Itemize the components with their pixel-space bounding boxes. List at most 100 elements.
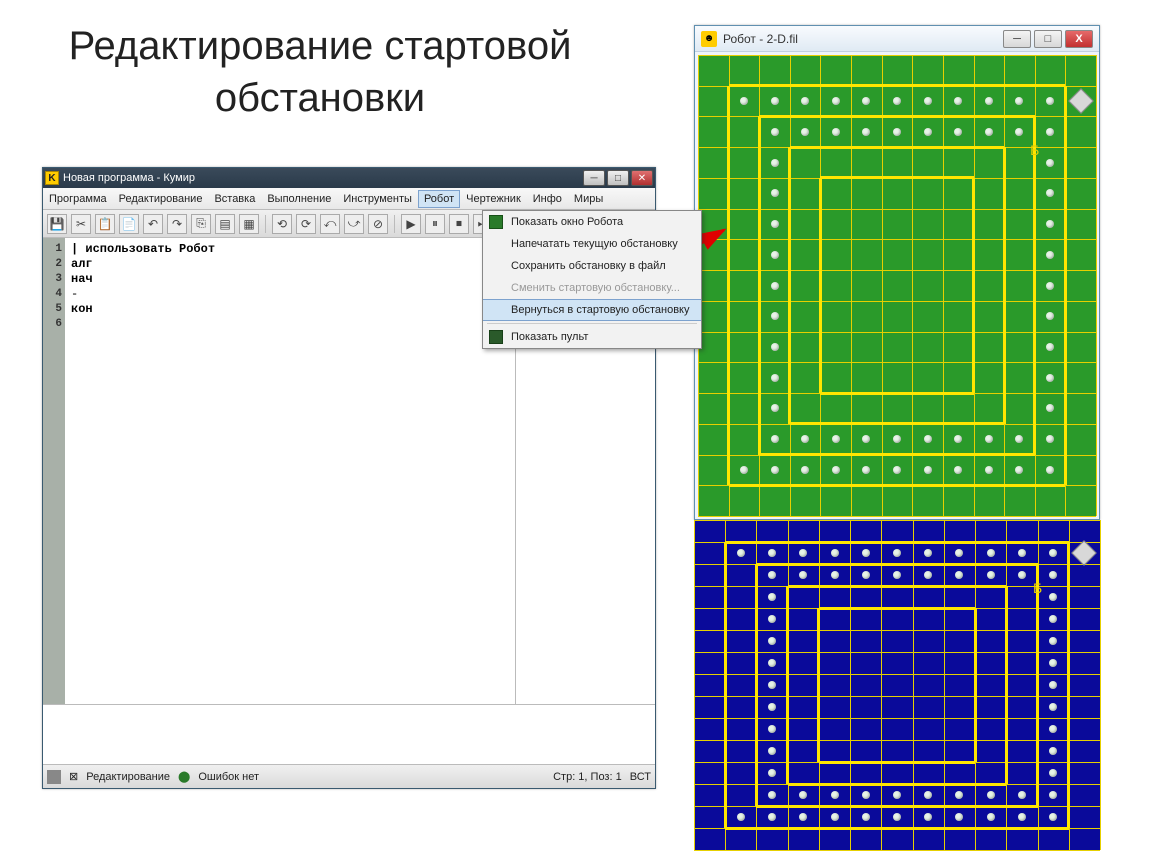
robot-dot bbox=[954, 128, 962, 136]
robot-dot bbox=[1049, 813, 1057, 821]
robot-dot bbox=[893, 466, 901, 474]
menu-item[interactable]: Напечатать текущую обстановку bbox=[483, 233, 701, 255]
menu-item[interactable]: Показать пульт bbox=[483, 326, 701, 348]
robot-dot bbox=[771, 435, 779, 443]
menu-инструменты[interactable]: Инструменты bbox=[337, 190, 418, 208]
robot-dot bbox=[893, 549, 901, 557]
output-pane bbox=[43, 704, 655, 764]
robot-dot bbox=[832, 97, 840, 105]
robot-dot bbox=[1049, 747, 1057, 755]
toolbar-button[interactable]: ✂ bbox=[71, 214, 91, 234]
toolbar-button[interactable]: ▦ bbox=[239, 214, 259, 234]
robot-dot bbox=[987, 549, 995, 557]
toolbar-button[interactable]: ↶ bbox=[143, 214, 163, 234]
toolbar-button[interactable]: ⟳ bbox=[296, 214, 316, 234]
robot-dot bbox=[924, 549, 932, 557]
toggle-icon: ⊠ bbox=[69, 770, 78, 783]
robot-dot bbox=[771, 189, 779, 197]
menubar: ПрограммаРедактированиеВставкаВыполнение… bbox=[43, 188, 655, 210]
robot-dot bbox=[1046, 374, 1054, 382]
robot-dot bbox=[985, 97, 993, 105]
robot-dot bbox=[924, 128, 932, 136]
robot-close-button[interactable]: X bbox=[1065, 30, 1093, 48]
robot-dot bbox=[955, 549, 963, 557]
robot-dot bbox=[1046, 159, 1054, 167]
robot-dot bbox=[832, 435, 840, 443]
robot-dot bbox=[1015, 435, 1023, 443]
robot-dot bbox=[771, 159, 779, 167]
robot-maximize-button[interactable]: □ bbox=[1034, 30, 1062, 48]
robot-dot bbox=[1049, 615, 1057, 623]
robot-dot bbox=[799, 549, 807, 557]
robot-dot bbox=[1049, 791, 1057, 799]
robot-dot bbox=[1018, 791, 1026, 799]
toolbar-button[interactable]: 📋 bbox=[95, 214, 115, 234]
status-mode: Редактирование bbox=[86, 771, 170, 783]
robot-dot bbox=[768, 747, 776, 755]
line-gutter: 123456 bbox=[43, 238, 65, 704]
robot-dot bbox=[1018, 571, 1026, 579]
menu-item[interactable]: Сохранить обстановку в файл bbox=[483, 255, 701, 277]
menu-icon bbox=[489, 330, 503, 344]
robot-minimize-button[interactable]: ─ bbox=[1003, 30, 1031, 48]
toolbar-button[interactable]: 💾 bbox=[47, 214, 67, 234]
toolbar-button[interactable]: ↷ bbox=[167, 214, 187, 234]
robot-dot bbox=[924, 791, 932, 799]
toolbar-button[interactable]: ▤ bbox=[215, 214, 235, 234]
robot-dot bbox=[924, 97, 932, 105]
toolbar-button[interactable]: ⤺ bbox=[320, 214, 340, 234]
menu-item[interactable]: Показать окно Робота bbox=[483, 211, 701, 233]
robot-dot bbox=[955, 813, 963, 821]
robot-dot bbox=[954, 466, 962, 474]
grid-label: Б bbox=[1033, 580, 1042, 596]
toolbar-button[interactable]: ▶ bbox=[401, 214, 421, 234]
robot-dot bbox=[862, 791, 870, 799]
robot-dot bbox=[771, 312, 779, 320]
toolbar-button[interactable]: 📄 bbox=[119, 214, 139, 234]
robot-dot bbox=[768, 725, 776, 733]
robot-dot bbox=[955, 791, 963, 799]
robot-field[interactable]: Б bbox=[695, 52, 1099, 519]
minimize-button[interactable]: ─ bbox=[583, 170, 605, 186]
menu-редактирование[interactable]: Редактирование bbox=[113, 190, 209, 208]
robot-dot bbox=[893, 791, 901, 799]
robot-dot bbox=[801, 435, 809, 443]
menu-item[interactable]: Вернуться в стартовую обстановку bbox=[483, 299, 701, 321]
menu-инфо[interactable]: Инфо bbox=[527, 190, 568, 208]
robot-dot bbox=[768, 659, 776, 667]
robot-dot bbox=[1018, 813, 1026, 821]
toolbar-button[interactable]: ⊘ bbox=[368, 214, 388, 234]
menu-миры[interactable]: Миры bbox=[568, 190, 609, 208]
traffic-icon: ⬤ bbox=[178, 770, 190, 783]
robot-dot bbox=[893, 571, 901, 579]
robot-field-dark[interactable]: Б bbox=[694, 520, 1100, 850]
code-editor[interactable]: | использовать Роботалгнач-кон bbox=[65, 238, 515, 704]
menu-чертежник[interactable]: Чертежник bbox=[460, 190, 527, 208]
toolbar-button[interactable]: ⤻ bbox=[344, 214, 364, 234]
robot-dot bbox=[893, 97, 901, 105]
robot-dot bbox=[771, 343, 779, 351]
menu-программа[interactable]: Программа bbox=[43, 190, 113, 208]
robot-dot bbox=[771, 404, 779, 412]
robot-dot bbox=[1046, 97, 1054, 105]
toolbar-button[interactable]: ⎘ bbox=[191, 214, 211, 234]
robot-dot bbox=[924, 813, 932, 821]
toolbar-button[interactable]: ⏸ bbox=[425, 214, 445, 234]
robot-dot bbox=[1015, 97, 1023, 105]
titlebar: K Новая программа - Кумир ─ □ ✕ bbox=[43, 168, 655, 188]
robot-dot bbox=[954, 435, 962, 443]
toolbar-button[interactable]: ⏹ bbox=[449, 214, 469, 234]
robot-window: ☻ Робот - 2-D.fil ─ □ X Б bbox=[694, 25, 1100, 520]
grid-label: Б bbox=[1030, 142, 1039, 158]
robot-dot bbox=[1049, 725, 1057, 733]
toolbar-button[interactable]: ⟲ bbox=[272, 214, 292, 234]
robot-window-title: Робот - 2-D.fil bbox=[723, 32, 1003, 46]
close-button[interactable]: ✕ bbox=[631, 170, 653, 186]
robot-dot bbox=[924, 571, 932, 579]
maximize-button[interactable]: □ bbox=[607, 170, 629, 186]
app-icon: K bbox=[45, 171, 59, 185]
menu-робот[interactable]: Робот bbox=[418, 190, 460, 208]
menu-выполнение[interactable]: Выполнение bbox=[261, 190, 337, 208]
menu-вставка[interactable]: Вставка bbox=[208, 190, 261, 208]
robot-dot bbox=[771, 220, 779, 228]
